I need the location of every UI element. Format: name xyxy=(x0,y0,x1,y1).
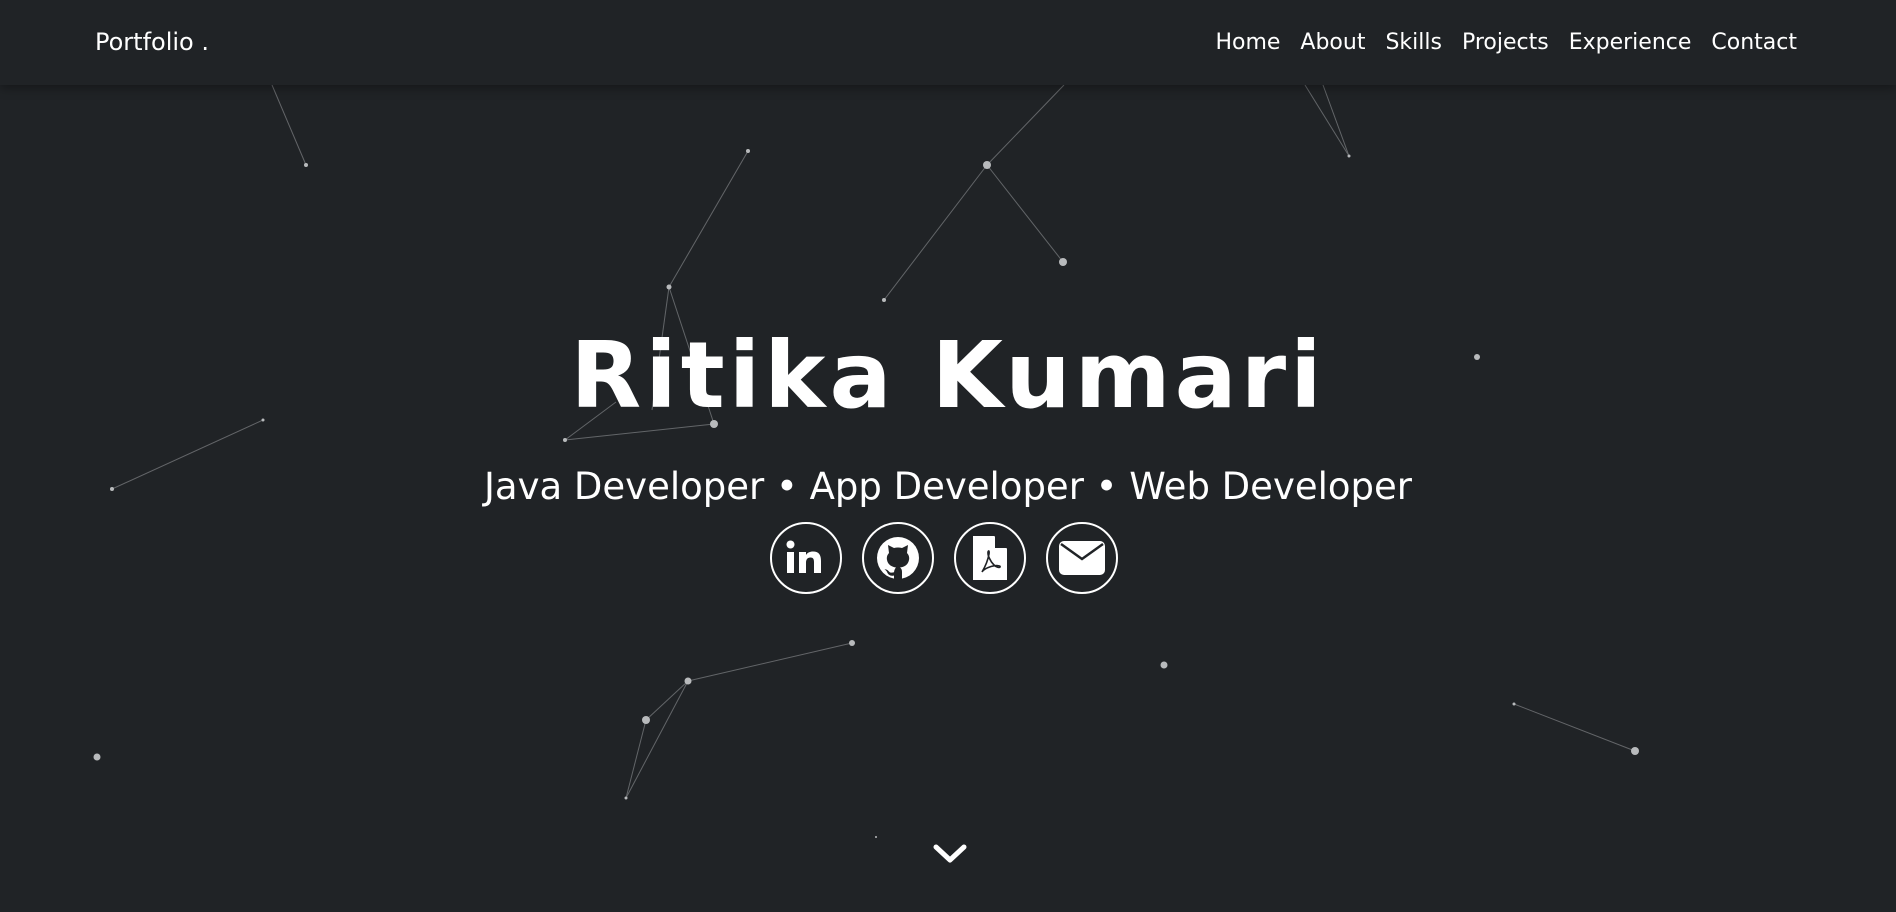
nav-item-about: About xyxy=(1300,27,1365,59)
nav-item-projects: Projects xyxy=(1462,27,1549,59)
nav-item-home: Home xyxy=(1215,27,1280,59)
email-button[interactable] xyxy=(1046,522,1118,594)
nav-link-skills[interactable]: Skills xyxy=(1385,30,1442,55)
hero-section: Ritika Kumari Java Developer • App Devel… xyxy=(0,0,1896,912)
top-navbar: Portfolio . Home About Skills Projects E… xyxy=(0,0,1896,85)
hero-roles: Java Developer • App Developer • Web Dev… xyxy=(484,465,1412,508)
nav-item-experience: Experience xyxy=(1569,27,1692,59)
hero-name: Ritika Kumari xyxy=(570,322,1326,429)
envelope-icon xyxy=(1058,540,1106,576)
brand-logo-link[interactable]: Portfolio . xyxy=(95,26,209,58)
linkedin-icon xyxy=(784,536,828,580)
nav-item-skills: Skills xyxy=(1385,27,1442,59)
github-icon xyxy=(875,535,921,581)
scroll-down-button[interactable] xyxy=(930,840,970,872)
nav-link-experience[interactable]: Experience xyxy=(1569,30,1692,55)
linkedin-button[interactable] xyxy=(770,522,842,594)
nav-links: Home About Skills Projects Experience Co… xyxy=(1215,27,1797,59)
social-links xyxy=(770,522,1118,594)
github-button[interactable] xyxy=(862,522,934,594)
resume-button[interactable] xyxy=(954,522,1026,594)
nav-link-about[interactable]: About xyxy=(1300,30,1365,55)
nav-link-contact[interactable]: Contact xyxy=(1711,30,1797,55)
chevron-down-icon xyxy=(932,842,968,870)
nav-link-home[interactable]: Home xyxy=(1215,30,1280,55)
nav-item-contact: Contact xyxy=(1711,27,1797,59)
pdf-file-icon xyxy=(971,534,1009,582)
nav-link-projects[interactable]: Projects xyxy=(1462,30,1549,55)
